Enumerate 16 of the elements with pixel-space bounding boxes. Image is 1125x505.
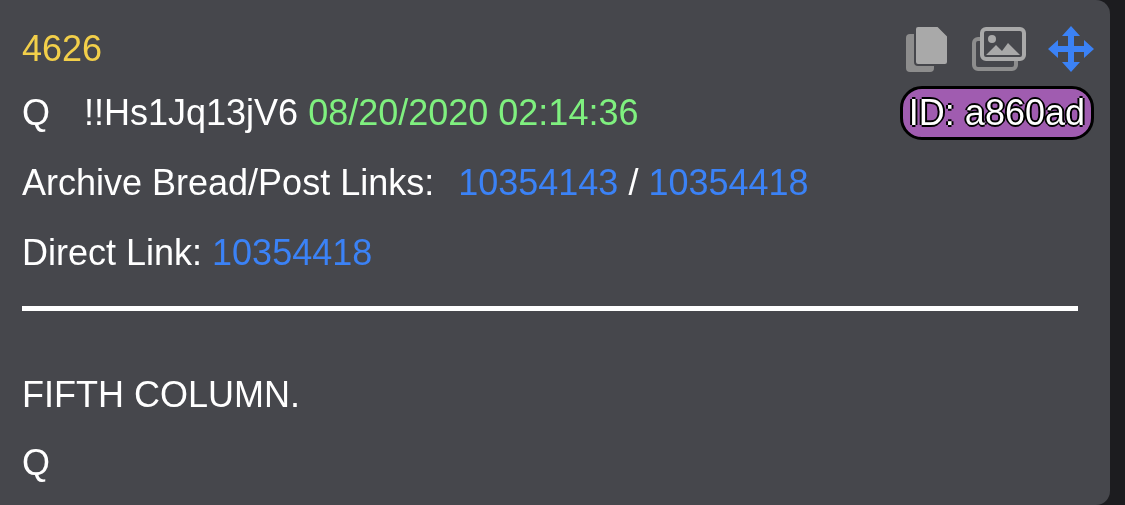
post-number: 4626 (22, 28, 103, 70)
images-icon[interactable] (972, 27, 1026, 71)
post-text: Q (22, 441, 51, 485)
archive-label: Archive Bread/Post Links: (22, 162, 435, 204)
move-icon[interactable] (1048, 26, 1094, 72)
post-text: FIFTH COLUMN. (22, 373, 301, 417)
author-name: Q (22, 92, 50, 134)
link-separator: / (628, 162, 639, 204)
tripcode: !!Hs1Jq13jV6 (84, 92, 299, 134)
bread-link[interactable]: 10354143 (458, 162, 619, 204)
copy-icon[interactable] (906, 26, 950, 72)
post-link[interactable]: 10354418 (648, 162, 809, 204)
post-timestamp: 08/20/2020 02:14:36 (308, 92, 639, 134)
direct-link[interactable]: 10354418 (212, 232, 373, 274)
direct-link-label: Direct Link: (22, 232, 203, 274)
id-badge: ID: a860ad (899, 86, 1094, 140)
